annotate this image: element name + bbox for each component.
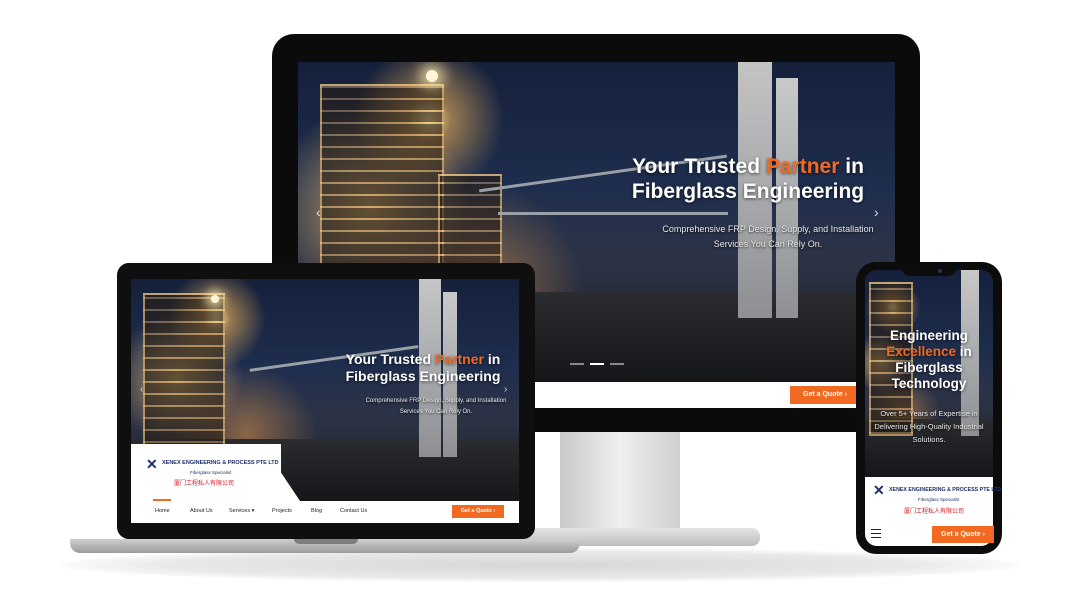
hero-subtitle-line1: Comprehensive FRP Design, Supply, and In…	[365, 398, 507, 404]
hero-title-accent: Partner	[434, 351, 484, 367]
hero-title-prefix: Your Trusted	[345, 351, 435, 367]
hero-title-prefix: Your Trusted	[632, 155, 766, 178]
hero-subtitle-line1: Comprehensive FRP Design, Supply, and In…	[662, 224, 874, 234]
laptop-hero-title: Your Trusted Partner in Fiberglass Engin…	[330, 351, 516, 385]
carousel-prev-icon[interactable]: ‹	[140, 384, 143, 395]
laptop-get-quote-button[interactable]: Get a Quote ›	[452, 505, 504, 518]
hero-title-accent: Partner	[765, 155, 840, 178]
mobile-title-suffix: in	[956, 343, 972, 359]
carousel-dot[interactable]	[610, 363, 624, 365]
logo-x-mark: ✕	[873, 482, 885, 498]
logo-x-mark: ✕	[146, 456, 158, 472]
logo-tagline: Fiberglass Specialist	[190, 470, 232, 475]
nav-home[interactable]: Home	[155, 508, 170, 514]
carousel-dot-active[interactable]	[590, 363, 604, 365]
mobile-title-line1: Engineering	[889, 328, 968, 343]
nav-services-label: Services	[229, 508, 251, 514]
carousel-prev-icon[interactable]: ‹	[316, 204, 321, 220]
hero-plant-structure	[143, 292, 225, 457]
hero-subtitle-line2: Services You Can Rely On.	[399, 409, 473, 416]
desktop-hero-subtitle: Comprehensive FRP Design, Supply, and In…	[640, 222, 896, 253]
nav-about-us[interactable]: About Us	[190, 508, 213, 514]
hamburger-menu-icon[interactable]	[871, 529, 881, 538]
hero-title-line2: Fiberglass Engineering	[345, 367, 501, 384]
desktop-get-quote-button[interactable]: Get a Quote ›	[790, 386, 860, 404]
carousel-next-icon[interactable]: ›	[504, 384, 507, 395]
laptop-hero-subtitle: Comprehensive FRP Design, Supply, and In…	[356, 396, 516, 419]
logo-chinese-name: 厦门工程私人有限公司	[904, 509, 965, 515]
nav-active-indicator	[153, 499, 171, 501]
hero-title-suffix: in	[483, 351, 501, 367]
laptop-logo-panel-slant	[262, 444, 300, 501]
hero-pipe-2	[498, 212, 728, 215]
carousel-dots	[570, 363, 630, 365]
logo-chinese-name: 厦门工程私人有限公司	[174, 481, 235, 487]
logo-company-name: XENEX ENGINEERING & PROCESS PTE LTD	[889, 487, 1002, 493]
nav-services[interactable]: Services ▾	[229, 508, 254, 514]
phone-hero-subtitle: Over 5+ Years of Expertise in Delivering…	[874, 409, 984, 445]
nav-projects[interactable]: Projects	[272, 508, 292, 514]
hero-title-suffix: in	[839, 155, 864, 178]
hero-subtitle-line2: Services You Can Rely On.	[713, 239, 823, 250]
phone-camera-icon	[938, 269, 942, 273]
phone-notch	[902, 266, 956, 276]
monitor-stand-neck	[560, 425, 680, 533]
hero-title-line2: Fiberglass Engineering	[631, 180, 865, 204]
carousel-dot[interactable]	[570, 363, 584, 365]
mobile-title-line3: Fiberglass	[895, 359, 963, 375]
logo-company-name: XENEX ENGINEERING & PROCESS PTE LTD	[162, 460, 279, 466]
nav-contact-us[interactable]: Contact Us	[340, 508, 367, 514]
hero-lamp	[211, 295, 219, 303]
logo-tagline: Fiberglass Specialist	[918, 497, 960, 502]
nav-blog[interactable]: Blog	[311, 508, 322, 514]
phone-hero-title: Engineering Excellence in Fiberglass Tec…	[866, 328, 992, 392]
hero-lamp	[426, 70, 438, 82]
chevron-down-icon: ▾	[250, 508, 255, 514]
phone-get-quote-button[interactable]: Get a Quote ›	[932, 526, 994, 543]
hamburger-menu-bar	[871, 532, 881, 534]
carousel-next-icon[interactable]: ›	[874, 204, 879, 220]
mobile-title-accent: Excellence	[886, 343, 957, 359]
desktop-hero-title: Your Trusted Partner in Fiberglass Engin…	[600, 154, 896, 204]
laptop-notch	[294, 539, 358, 544]
mobile-title-line4: Technology	[891, 375, 967, 391]
